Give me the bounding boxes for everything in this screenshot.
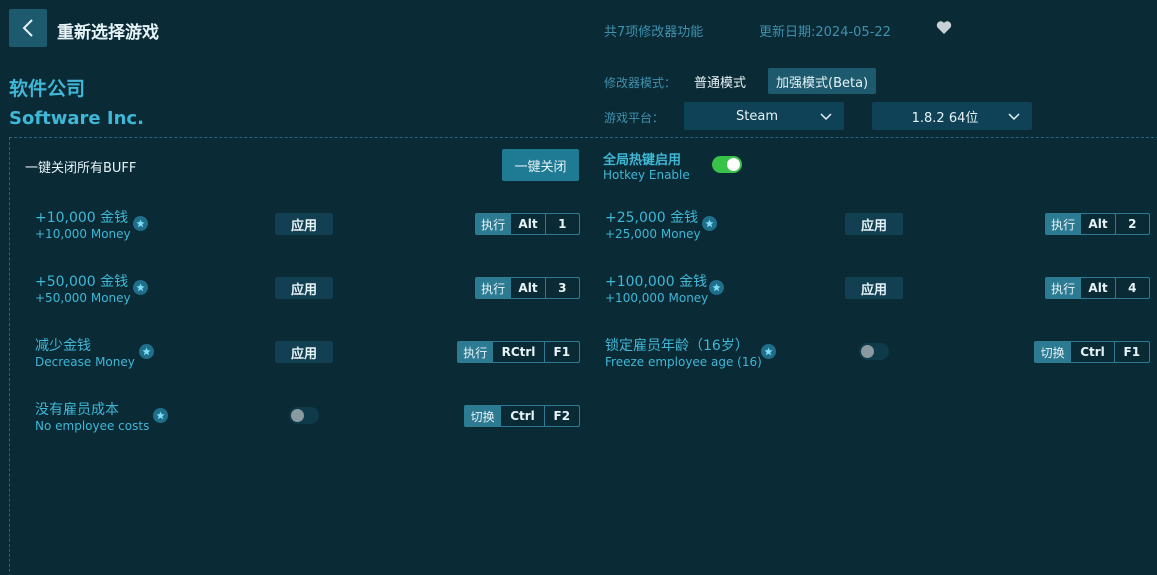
key-action-label: 执行 <box>1046 214 1081 234</box>
mode-label: 修改器模式： <box>604 76 677 90</box>
option-label-en: Decrease Money <box>35 355 135 369</box>
key: 2 <box>1114 214 1149 234</box>
option-label-en: +25,000 Money <box>605 227 701 241</box>
option-toggle[interactable] <box>859 343 889 360</box>
close-all-buff-label: 一键关闭所有BUFF <box>25 161 137 176</box>
version-value: 1.8.2 64位 <box>911 110 979 126</box>
option-toggle[interactable] <box>289 407 319 424</box>
hotkey-keys[interactable]: 执行 RCtrl F1 <box>457 341 580 363</box>
chevron-down-icon <box>820 113 832 121</box>
version-select[interactable]: 1.8.2 64位 <box>872 102 1032 130</box>
hotkey-keys[interactable]: 执行 Alt 2 <box>1045 213 1150 235</box>
option-label-cn: 没有雇员成本 <box>35 402 119 418</box>
apply-button[interactable]: 应用 <box>275 213 333 235</box>
key: Alt <box>1080 278 1114 298</box>
key: Alt <box>510 214 544 234</box>
key: Alt <box>1080 214 1114 234</box>
key-action-label: 切换 <box>465 406 501 426</box>
option-label-cn: +25,000 金钱 <box>605 210 699 226</box>
hotkey-label-cn: 全局热键启用 <box>603 153 682 168</box>
key: F1 <box>1113 342 1149 362</box>
star-icon <box>153 408 168 423</box>
normal-mode-button[interactable]: 普通模式 <box>686 68 754 94</box>
platform-label: 游戏平台： <box>604 111 665 125</box>
key: RCtrl <box>492 342 543 362</box>
star-icon <box>133 216 148 231</box>
hotkey-keys[interactable]: 切换 Ctrl F1 <box>1034 341 1150 363</box>
enhanced-mode-button[interactable]: 加强模式(Beta) <box>768 68 877 94</box>
hotkey-keys[interactable]: 切换 Ctrl F2 <box>464 405 580 427</box>
hotkey-label-en: Hotkey Enable <box>603 168 690 182</box>
option-label-en: +10,000 Money <box>35 227 131 241</box>
option-label-en: +50,000 Money <box>35 291 131 305</box>
option-label-cn: +100,000 金钱 <box>605 274 708 290</box>
option-label-cn: +10,000 金钱 <box>35 210 129 226</box>
chevron-down-icon <box>1008 113 1020 121</box>
feature-count: 共7项修改器功能 <box>604 25 704 40</box>
game-name-en: Software Inc. <box>9 108 144 129</box>
option-label-cn: +50,000 金钱 <box>35 274 129 290</box>
key: Alt <box>510 278 544 298</box>
platform-select[interactable]: Steam <box>684 102 844 130</box>
key: F1 <box>543 342 579 362</box>
key: 3 <box>544 278 579 298</box>
option-label-en: Freeze employee age (16) <box>605 355 762 369</box>
star-icon <box>139 344 154 359</box>
key: Ctrl <box>1070 342 1113 362</box>
apply-button[interactable]: 应用 <box>275 277 333 299</box>
back-button[interactable] <box>9 9 47 47</box>
key-action-label: 切换 <box>1035 342 1071 362</box>
key: Ctrl <box>500 406 543 426</box>
platform-value: Steam <box>736 108 778 124</box>
favorite-button[interactable] <box>936 20 952 39</box>
game-name-cn: 软件公司 <box>9 78 86 100</box>
star-icon <box>133 280 148 295</box>
update-date: 更新日期:2024-05-22 <box>759 25 891 40</box>
apply-button[interactable]: 应用 <box>845 277 903 299</box>
option-label-cn: 减少金钱 <box>35 338 91 354</box>
key: F2 <box>543 406 579 426</box>
star-icon <box>702 216 717 231</box>
apply-button[interactable]: 应用 <box>845 213 903 235</box>
key-action-label: 执行 <box>1046 278 1081 298</box>
key-action-label: 执行 <box>458 342 493 362</box>
hotkey-keys[interactable]: 执行 Alt 4 <box>1045 277 1150 299</box>
hotkey-keys[interactable]: 执行 Alt 1 <box>475 213 580 235</box>
heart-icon <box>936 21 952 34</box>
options-panel <box>9 137 1157 575</box>
option-label-en: No employee costs <box>35 419 150 433</box>
option-label-en: +100,000 Money <box>605 291 709 305</box>
apply-button[interactable]: 应用 <box>275 341 333 363</box>
star-icon <box>761 344 776 359</box>
hotkey-toggle[interactable] <box>712 156 742 173</box>
key-action-label: 执行 <box>476 278 511 298</box>
key-action-label: 执行 <box>476 214 511 234</box>
option-label-cn: 锁定雇员年龄（16岁） <box>605 338 749 354</box>
star-icon <box>709 280 724 295</box>
close-all-button[interactable]: 一键关闭 <box>502 149 579 181</box>
hotkey-keys[interactable]: 执行 Alt 3 <box>475 277 580 299</box>
key: 1 <box>544 214 579 234</box>
page-title: 重新选择游戏 <box>57 23 159 43</box>
chevron-left-icon <box>22 19 33 37</box>
key: 4 <box>1114 278 1149 298</box>
